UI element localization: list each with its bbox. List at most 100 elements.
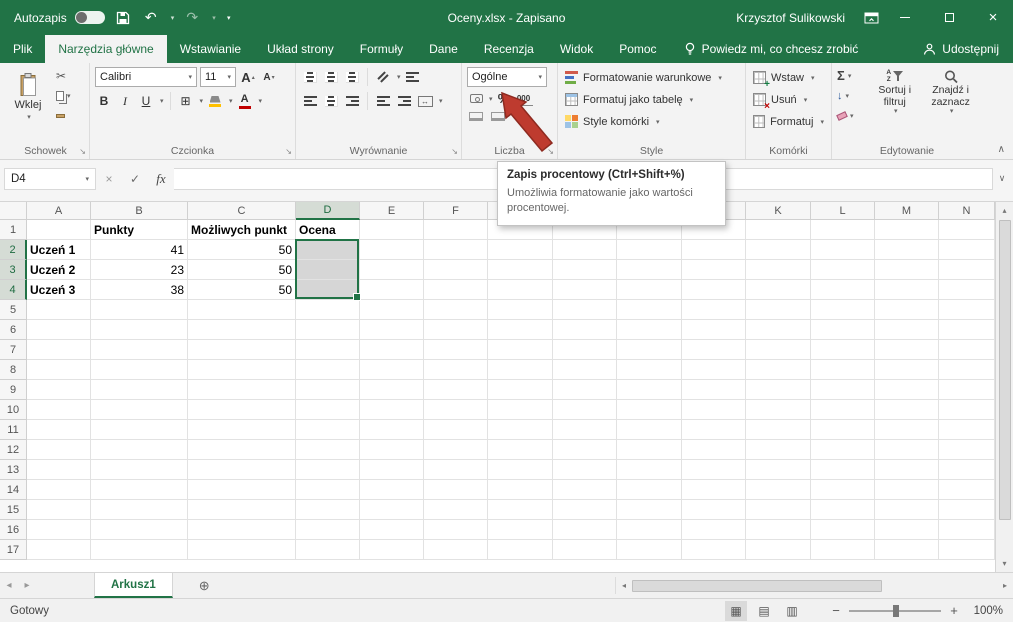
cell-B10[interactable]	[91, 400, 188, 420]
row-header-3[interactable]: 3	[0, 260, 27, 280]
font-color-icon[interactable]: A	[236, 91, 254, 111]
vertical-scroll-thumb[interactable]	[999, 220, 1011, 520]
page-layout-view-icon[interactable]: ▤	[753, 601, 775, 621]
cell-M15[interactable]	[875, 500, 939, 520]
cell-J7[interactable]	[682, 340, 746, 360]
cell-A10[interactable]	[27, 400, 91, 420]
cell-H4[interactable]	[553, 280, 617, 300]
format-cells-button[interactable]: Formatuj▾	[751, 111, 826, 132]
row-header-11[interactable]: 11	[0, 420, 27, 440]
percent-style-button[interactable]: %	[495, 90, 513, 107]
paste-button[interactable]: Wklej ▾	[7, 71, 49, 121]
italic-button[interactable]: I	[116, 91, 134, 111]
cell-F13[interactable]	[424, 460, 488, 480]
tab-narzedzia-glowne[interactable]: Narzędzia główne	[45, 35, 166, 63]
tab-plik[interactable]: Plik	[0, 35, 45, 63]
font-size-select[interactable]: 11▾	[200, 67, 236, 87]
cell-G9[interactable]	[488, 380, 553, 400]
cell-K16[interactable]	[746, 520, 811, 540]
cell-E17[interactable]	[360, 540, 424, 560]
cell-A4[interactable]: Uczeń 3	[27, 280, 91, 300]
cell-C8[interactable]	[188, 360, 296, 380]
row-header-6[interactable]: 6	[0, 320, 27, 340]
page-break-view-icon[interactable]: ▥	[781, 601, 803, 621]
cell-I2[interactable]	[617, 240, 682, 260]
cell-L1[interactable]	[811, 220, 875, 240]
cell-M7[interactable]	[875, 340, 939, 360]
cell-A1[interactable]	[27, 220, 91, 240]
align-center-icon[interactable]	[322, 91, 340, 111]
cell-J5[interactable]	[682, 300, 746, 320]
cell-J11[interactable]	[682, 420, 746, 440]
scroll-right-icon[interactable]: ▸	[997, 577, 1013, 594]
scroll-down-icon[interactable]: ▾	[996, 555, 1013, 572]
cell-H9[interactable]	[553, 380, 617, 400]
cell-D1[interactable]: Ocena	[296, 220, 360, 240]
cell-M17[interactable]	[875, 540, 939, 560]
cell-D11[interactable]	[296, 420, 360, 440]
cell-C12[interactable]	[188, 440, 296, 460]
cell-M2[interactable]	[875, 240, 939, 260]
cell-M9[interactable]	[875, 380, 939, 400]
cell-C6[interactable]	[188, 320, 296, 340]
insert-function-icon[interactable]: fx	[148, 168, 174, 190]
cell-J12[interactable]	[682, 440, 746, 460]
cell-E5[interactable]	[360, 300, 424, 320]
decrease-font-button[interactable]: A▾	[260, 67, 278, 87]
cell-G16[interactable]	[488, 520, 553, 540]
cell-G3[interactable]	[488, 260, 553, 280]
cell-N3[interactable]	[939, 260, 995, 280]
cell-H10[interactable]	[553, 400, 617, 420]
cell-B5[interactable]	[91, 300, 188, 320]
cell-I9[interactable]	[617, 380, 682, 400]
cell-C11[interactable]	[188, 420, 296, 440]
copy-dropdown-caret[interactable]: ▾	[67, 92, 71, 100]
cell-G10[interactable]	[488, 400, 553, 420]
cell-F12[interactable]	[424, 440, 488, 460]
increase-indent-icon[interactable]	[395, 91, 413, 111]
redo-dropdown-caret[interactable]: ▾	[212, 14, 216, 22]
cell-K12[interactable]	[746, 440, 811, 460]
cell-G11[interactable]	[488, 420, 553, 440]
cell-E15[interactable]	[360, 500, 424, 520]
tab-formuly[interactable]: Formuły	[347, 35, 416, 63]
cell-M8[interactable]	[875, 360, 939, 380]
cell-A17[interactable]	[27, 540, 91, 560]
cell-F10[interactable]	[424, 400, 488, 420]
cell-N15[interactable]	[939, 500, 995, 520]
cell-N12[interactable]	[939, 440, 995, 460]
font-name-select[interactable]: Calibri▾	[95, 67, 197, 87]
cell-F8[interactable]	[424, 360, 488, 380]
cell-M16[interactable]	[875, 520, 939, 540]
format-as-table-button[interactable]: Formatuj jako tabelę▾	[563, 89, 740, 110]
cell-L16[interactable]	[811, 520, 875, 540]
cell-D7[interactable]	[296, 340, 360, 360]
cell-J3[interactable]	[682, 260, 746, 280]
number-format-caret[interactable]: ▾	[538, 73, 542, 81]
cell-B11[interactable]	[91, 420, 188, 440]
scroll-up-icon[interactable]: ▴	[996, 202, 1013, 219]
select-all-button[interactable]	[0, 202, 27, 220]
cell-K8[interactable]	[746, 360, 811, 380]
zoom-slider[interactable]	[849, 610, 941, 612]
cell-H11[interactable]	[553, 420, 617, 440]
underline-caret[interactable]: ▾	[160, 97, 164, 105]
row-header-4[interactable]: 4	[0, 280, 27, 300]
cell-K1[interactable]	[746, 220, 811, 240]
cell-G7[interactable]	[488, 340, 553, 360]
cell-K13[interactable]	[746, 460, 811, 480]
cell-D3[interactable]	[296, 260, 360, 280]
undo-dropdown-caret[interactable]: ▾	[171, 14, 175, 22]
cell-C2[interactable]: 50	[188, 240, 296, 260]
dialog-launcher-schowek[interactable]: ↘	[79, 147, 86, 156]
row-header-8[interactable]: 8	[0, 360, 27, 380]
copy-icon[interactable]: ▾	[56, 87, 71, 104]
vertical-scrollbar[interactable]: ▴ ▾	[995, 202, 1013, 572]
sheet-nav-left-icon[interactable]: ◂	[0, 580, 18, 591]
tab-widok[interactable]: Widok	[547, 35, 606, 63]
cell-L8[interactable]	[811, 360, 875, 380]
cell-A11[interactable]	[27, 420, 91, 440]
clear-caret[interactable]: ▾	[850, 112, 854, 120]
cell-H15[interactable]	[553, 500, 617, 520]
cell-N6[interactable]	[939, 320, 995, 340]
